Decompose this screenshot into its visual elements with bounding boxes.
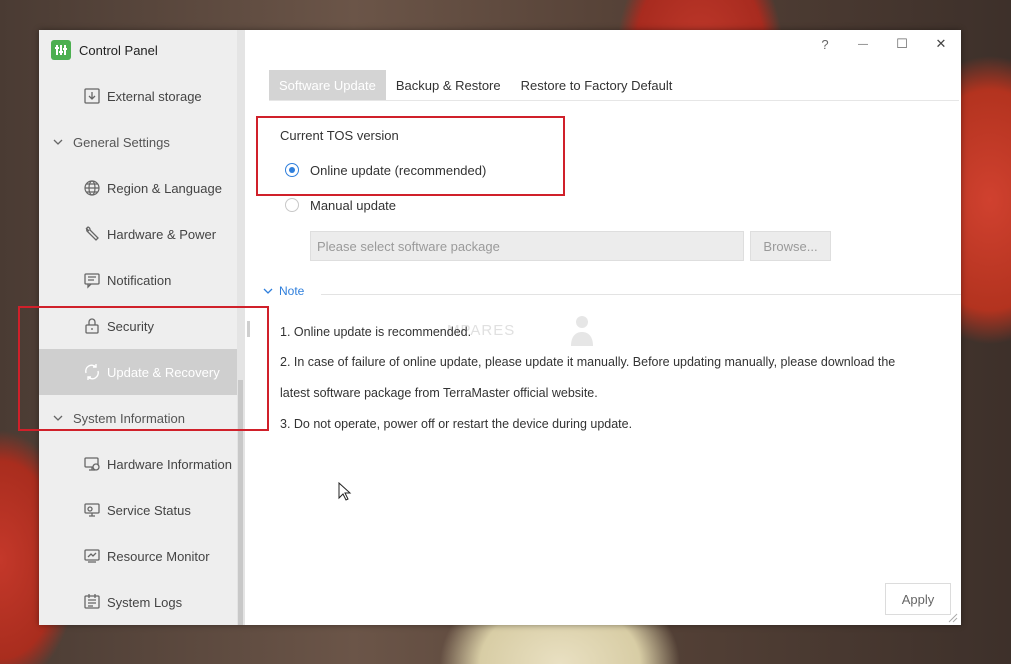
tab-bar: Software Update Backup & Restore Restore… (269, 70, 682, 100)
system-logs-icon (81, 591, 103, 613)
tab-divider (269, 100, 959, 101)
annotation-box-update-recovery (18, 306, 269, 431)
sidebar-item-label: External storage (107, 88, 202, 104)
sidebar-item-label: Hardware & Power (107, 226, 217, 242)
manual-update-radio[interactable] (285, 198, 299, 212)
sidebar-item-system-logs[interactable]: System Logs (39, 579, 237, 625)
control-panel-logo-icon (51, 40, 71, 60)
minimize-button[interactable]: — (853, 34, 873, 54)
maximize-button[interactable]: ☐ (892, 34, 912, 54)
sidebar-group-general-settings[interactable]: General Settings (39, 119, 237, 165)
sidebar-item-service-status[interactable]: Service Status (39, 487, 237, 533)
tab-backup-restore[interactable]: Backup & Restore (386, 70, 511, 100)
chevron-down-icon (53, 139, 63, 145)
chevron-down-icon (263, 288, 273, 294)
resource-monitor-icon (81, 545, 103, 567)
manual-update-label[interactable]: Manual update (310, 198, 396, 213)
resize-grip-icon[interactable] (948, 613, 958, 623)
tab-restore-factory-default[interactable]: Restore to Factory Default (511, 70, 683, 100)
hardware-info-icon (81, 453, 103, 475)
note-line-2: 2. In case of failure of online update, … (280, 355, 896, 369)
sidebar-item-label: Notification (107, 272, 172, 288)
note-title: Note (279, 284, 305, 298)
globe-icon (81, 177, 103, 199)
note-divider (321, 294, 961, 295)
sidebar-item-hardware-power[interactable]: Hardware & Power (39, 211, 237, 257)
sidebar-item-resource-monitor[interactable]: Resource Monitor (39, 533, 237, 579)
note-toggle[interactable]: Note (263, 284, 304, 298)
sidebar-item-label: System Logs (107, 594, 183, 610)
watermark-logo-icon (571, 316, 593, 346)
sidebar-item-label: Hardware Information (107, 456, 232, 472)
apply-button[interactable]: Apply (885, 583, 951, 615)
service-status-icon (81, 499, 103, 521)
notification-icon (81, 269, 103, 291)
tab-software-update[interactable]: Software Update (269, 70, 386, 100)
sidebar-item-region-language[interactable]: Region & Language (39, 165, 237, 211)
external-storage-icon (81, 85, 103, 107)
mouse-cursor-icon (338, 482, 352, 501)
app-title: Control Panel (51, 40, 158, 60)
app-title-text: Control Panel (79, 42, 158, 58)
close-button[interactable]: ✕ (931, 34, 951, 54)
annotation-box-online-update (256, 116, 565, 196)
sidebar-item-hardware-information[interactable]: Hardware Information (39, 441, 237, 487)
sidebar-item-notification[interactable]: Notification (39, 257, 237, 303)
browse-button[interactable]: Browse... (750, 231, 831, 261)
wrench-icon (81, 223, 103, 245)
sidebar-item-label: Service Status (107, 502, 191, 518)
help-button[interactable]: ? (815, 34, 835, 54)
note-line-1: 1. Online update is recommended. (280, 325, 472, 339)
sidebar-group-label: General Settings (73, 134, 170, 150)
note-line-4: 3. Do not operate, power off or restart … (280, 417, 633, 431)
software-package-input[interactable]: Please select software package (310, 231, 744, 261)
sidebar-item-external-storage[interactable]: External storage (39, 73, 237, 119)
sidebar-item-label: Resource Monitor (107, 548, 210, 564)
sidebar-item-label: Region & Language (107, 180, 222, 196)
note-line-3: latest software package from TerraMaster… (280, 386, 598, 400)
